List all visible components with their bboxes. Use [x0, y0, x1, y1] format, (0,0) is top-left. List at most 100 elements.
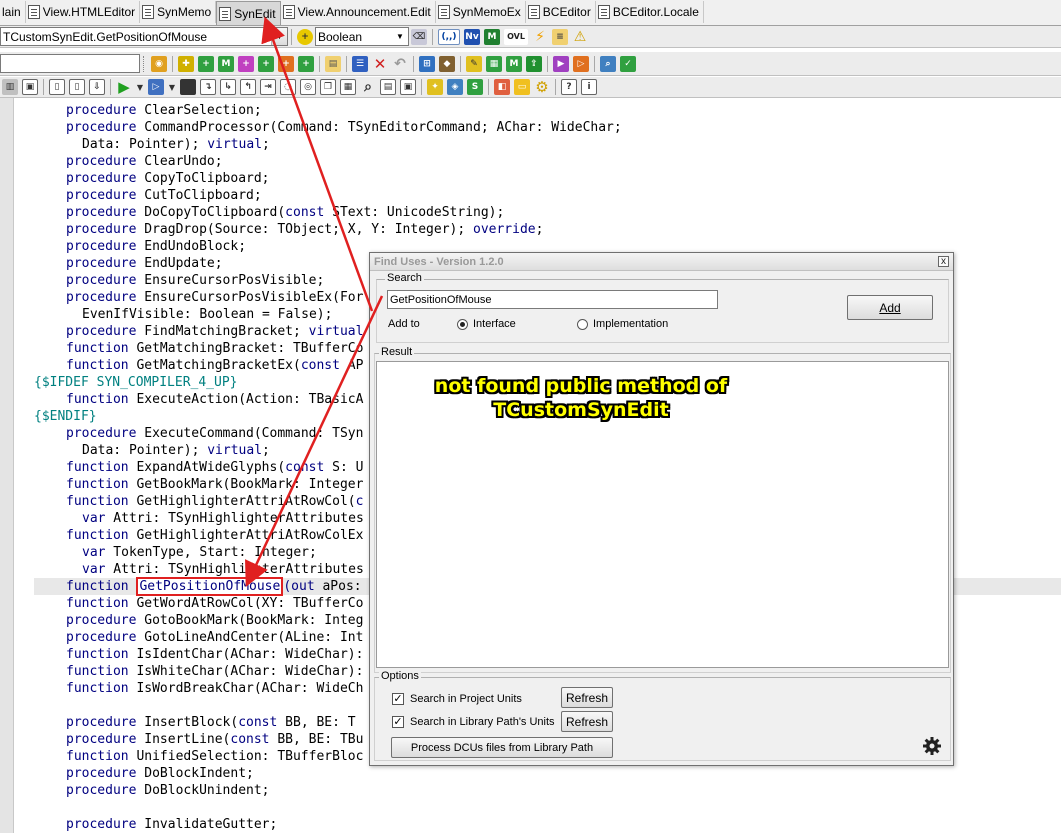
code-token: ; — [262, 443, 270, 458]
code-token: ; — [535, 222, 544, 237]
toolbar-grip[interactable] — [143, 55, 146, 72]
delete-icon[interactable]: ✕ — [372, 55, 388, 73]
breakpoint-icon[interactable]: ◌ — [280, 79, 296, 95]
add-orange-icon[interactable]: + — [278, 55, 294, 72]
code-token: ClearUndo; — [136, 154, 223, 169]
run-icon[interactable]: ▶ — [116, 78, 132, 96]
code-token: FindMatchingBracket; — [136, 324, 309, 339]
warning-icon[interactable]: ⚠ — [572, 29, 588, 45]
stop-icon[interactable] — [180, 79, 196, 95]
gear-icon[interactable]: ⚙ — [534, 78, 550, 96]
type-combo[interactable]: Boolean ▼ — [315, 27, 409, 46]
nv-icon[interactable]: Nv — [464, 28, 480, 45]
chevron-down-icon[interactable]: ▼ — [136, 79, 144, 95]
tab-bceditor-locale[interactable]: BCEditor.Locale — [596, 1, 704, 23]
watch-icon[interactable]: ◎ — [300, 79, 316, 95]
add-component-icon[interactable]: ✚ — [178, 55, 194, 72]
download-icon[interactable]: ⇩ — [89, 79, 105, 95]
edit-icon[interactable]: ✎ — [466, 55, 482, 72]
step-into-icon[interactable]: ↳ — [220, 79, 236, 95]
refresh-library-label: Refresh — [565, 714, 609, 729]
note-icon[interactable]: ▭ — [514, 79, 530, 95]
chevron-down-icon[interactable]: ▼ — [168, 79, 176, 95]
export-icon[interactable]: ⇪ — [526, 55, 542, 72]
tab-synmemo[interactable]: SynMemo — [140, 1, 217, 23]
film-icon[interactable]: ▤ — [380, 79, 396, 95]
code-token: function — [66, 528, 129, 543]
palette-icon[interactable]: ◧ — [494, 79, 510, 95]
run-options-icon[interactable]: ▷ — [148, 79, 164, 95]
add-method-icon[interactable]: + — [298, 55, 314, 72]
undo-icon[interactable]: ↶ — [392, 56, 408, 72]
tab-bceditor[interactable]: BCEditor — [526, 1, 596, 23]
calculator-icon[interactable]: ▦ — [340, 79, 356, 95]
tools-icon[interactable]: ▣ — [400, 79, 416, 95]
new-file-icon[interactable]: ▯ — [49, 79, 65, 95]
grid-icon[interactable]: ▦ — [486, 55, 502, 72]
check-library-units[interactable]: ✓ Search in Library Path's Units — [392, 716, 555, 728]
close-button[interactable]: x — [938, 256, 949, 267]
list-icon[interactable]: ≡ — [552, 28, 568, 45]
matrix-icon[interactable]: M — [506, 55, 522, 72]
process-dcu-button[interactable]: Process DCUs files from Library Path — [391, 737, 613, 758]
copy-icon[interactable]: ❐ — [320, 79, 336, 95]
refresh-project-button[interactable]: Refresh — [561, 687, 613, 708]
symbol-combo[interactable]: TCustomSynEdit.GetPositionOfMouse ▼ — [0, 27, 288, 46]
dialog-title-bar[interactable]: Find Uses - Version 1.2.0 — [370, 253, 953, 271]
settings-button[interactable] — [921, 735, 943, 757]
annotation-text: not found public method of TCustomSynEdi… — [434, 375, 728, 421]
gear-icon — [923, 737, 941, 755]
package-icon[interactable]: ◆ — [439, 55, 455, 72]
open-file-icon[interactable]: ▯ — [69, 79, 85, 95]
symbol-toolbar: TCustomSynEdit.GetPositionOfMouse ▼ + Bo… — [0, 26, 1061, 48]
tab-synedit[interactable]: SynEdit — [216, 1, 281, 25]
trace-icon[interactable]: ⇥ — [260, 79, 276, 95]
lightning-icon[interactable]: ⚡ — [532, 29, 548, 45]
add-green-icon[interactable]: + — [198, 55, 214, 72]
search-input[interactable] — [387, 290, 718, 309]
step-over-icon[interactable]: ↴ — [200, 79, 216, 95]
tab-view-announcement-edit[interactable]: View.Announcement.Edit — [281, 1, 436, 23]
checklist-icon[interactable]: ✓ — [620, 55, 636, 72]
chevron-down-icon[interactable]: ▼ — [271, 28, 287, 45]
tab-synmemoex[interactable]: SynMemoEx — [436, 1, 526, 23]
tab-lain[interactable]: lain — [0, 1, 26, 23]
m-icon[interactable]: M — [484, 28, 500, 45]
result-list[interactable]: not found public method of TCustomSynEdi… — [376, 361, 949, 668]
code-token: ExpandAtWideGlyphs( — [128, 460, 286, 475]
bulb-icon[interactable]: ✦ — [427, 79, 443, 95]
hierarchy-icon[interactable]: ⊞ — [419, 55, 435, 72]
search-tool-icon[interactable]: ⌕ — [600, 55, 616, 72]
search-group-label: Search — [385, 272, 424, 284]
info-icon[interactable]: i — [581, 79, 597, 95]
ovl-icon[interactable]: OVL — [504, 28, 528, 45]
binoculars-icon[interactable]: ◉ — [151, 55, 167, 72]
step-out-icon[interactable]: ↰ — [240, 79, 256, 95]
radio-implementation[interactable]: Implementation — [577, 318, 668, 330]
add-field-icon[interactable]: + — [258, 55, 274, 72]
radio-interface[interactable]: Interface — [457, 318, 516, 330]
paren-icon[interactable]: (,,) — [438, 28, 460, 45]
add-button[interactable]: Add — [847, 295, 933, 320]
refresh-library-button[interactable]: Refresh — [561, 711, 613, 732]
tab-view-htmleditor[interactable]: View.HTMLEditor — [26, 1, 141, 23]
tab-label: View.Announcement.Edit — [297, 5, 431, 19]
search-icon[interactable]: ⌕ — [360, 79, 376, 95]
eraser-icon[interactable]: ⌫ — [411, 28, 427, 45]
help-icon[interactable]: ? — [561, 79, 577, 95]
search-combo[interactable] — [0, 54, 140, 73]
save-icon[interactable]: ▣ — [22, 79, 38, 95]
refactor-icon[interactable]: ◈ — [447, 79, 463, 95]
editor-gutter[interactable] — [0, 98, 14, 833]
add-purple-icon[interactable]: + — [238, 55, 254, 72]
playback-icon[interactable]: ▷ — [573, 55, 589, 72]
sync-icon[interactable]: S — [467, 79, 483, 95]
chevron-down-icon[interactable]: ▼ — [392, 28, 408, 45]
plus-yellow-icon[interactable]: + — [297, 28, 313, 45]
record-icon[interactable]: ▶ — [553, 55, 569, 72]
list-view-icon[interactable]: ☰ — [352, 55, 368, 72]
add-module-icon[interactable]: M — [218, 55, 234, 72]
clipboard-icon[interactable]: ▤ — [325, 55, 341, 72]
check-project-units[interactable]: ✓ Search in Project Units — [392, 693, 522, 705]
layout-icon[interactable]: ▥ — [2, 79, 18, 95]
